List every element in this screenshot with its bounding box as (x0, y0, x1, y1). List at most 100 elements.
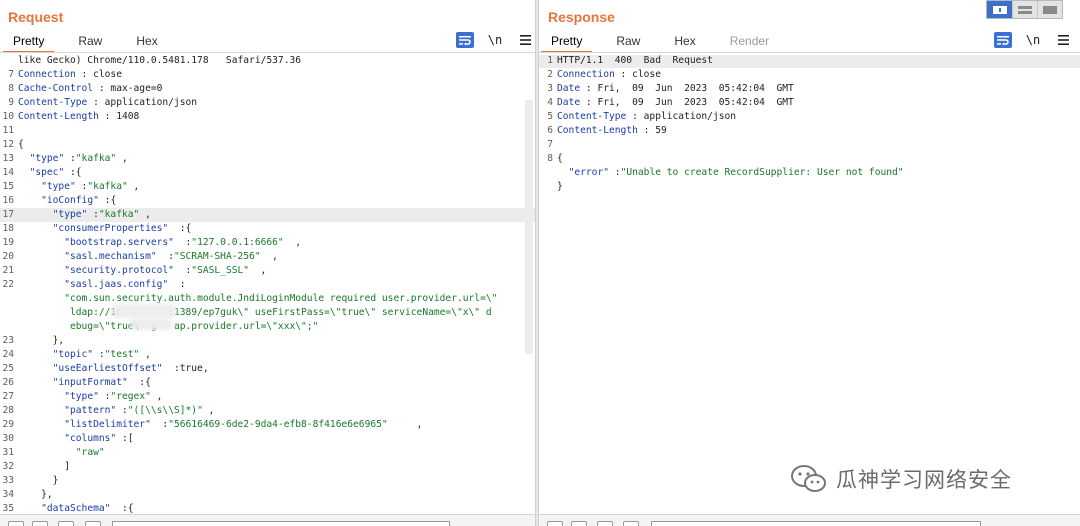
json-key: "security.protocol" (64, 265, 174, 276)
json-key: "pattern" (64, 405, 117, 416)
line-number: 34 (2, 489, 14, 500)
line-number: 5 (547, 111, 553, 122)
code-text: "security.protocol" :"SASL_SSL" , (18, 264, 266, 278)
response-code-line: 8{ (539, 152, 1080, 166)
newline-toggle-button[interactable]: \n (486, 32, 504, 48)
line-number: 10 (2, 111, 14, 122)
json-string: ebug=\"true\ g ap.provider.url=\"xxx\";" (69, 321, 319, 332)
code-text: "pattern" :"([\\s\\S]*)" , (18, 404, 214, 418)
word-wrap-icon[interactable] (994, 32, 1012, 48)
settings-icon[interactable] (8, 521, 24, 526)
back-arrow-icon[interactable] (32, 521, 48, 526)
json-punct: , (139, 209, 151, 220)
header-separator: : (75, 69, 94, 80)
request-code-line: 27 "type" :"regex" , (0, 390, 535, 404)
json-string: "56616469-6de2-9da4-efb8-8f416e6e6965" (168, 419, 388, 430)
json-colon: : (173, 237, 192, 248)
header-value: 1408 (116, 111, 140, 122)
response-toolbar: \n (994, 31, 1072, 49)
response-tab-render[interactable]: Render (720, 30, 779, 52)
request-search-input[interactable] (112, 521, 450, 526)
json-punct: , (249, 265, 267, 276)
response-tab-pretty[interactable]: Pretty (541, 30, 593, 53)
request-code-line: 19 "bootstrap.servers" :"127.0.0.1:6666"… (0, 236, 535, 250)
request-code-line: 35 "dataSchema" :{ (0, 502, 535, 514)
json-string: "kafka" (87, 181, 128, 192)
json-key: "spec" (29, 167, 65, 178)
side-by-side-layout-icon[interactable] (987, 1, 1012, 18)
json-string: "test" (104, 349, 140, 360)
forward-arrow-icon[interactable] (597, 521, 613, 526)
request-code-line: ldap://1 :1389/ep7guk\" useFirstPass=\"t… (0, 306, 535, 320)
code-text: HTTP/1.1 400 Bad Request (557, 55, 713, 68)
request-tab-hex[interactable]: Hex (126, 30, 167, 52)
json-colon: : (168, 279, 186, 290)
json-key: "sasl.jaas.config" (64, 279, 169, 290)
code-text: Date : Fri, 09 Jun 2023 05:42:04 GMT (557, 82, 794, 96)
request-code-line: 16 "ioConfig" :{ (0, 194, 535, 208)
json-punct: , (387, 419, 423, 430)
request-code-line: 14 "spec" :{ (0, 166, 535, 180)
line-number: 15 (2, 181, 14, 192)
back-arrow-icon[interactable] (571, 521, 587, 526)
response-footer (539, 514, 1080, 526)
code-text: "listDelimiter" :"56616469-6de2-9da4-efb… (18, 418, 422, 432)
code-text: "sasl.jaas.config" : (18, 278, 186, 292)
line-number: 12 (2, 139, 14, 150)
response-code-line: } (539, 180, 1080, 194)
json-punct: }, (52, 335, 65, 346)
newline-toggle-button[interactable]: \n (1024, 32, 1042, 48)
request-tab-pretty[interactable]: Pretty (3, 30, 55, 53)
request-tab-raw[interactable]: Raw (68, 30, 112, 52)
line-number: 23 (2, 335, 14, 346)
line-number: 9 (8, 97, 14, 108)
request-code-line: 22 "sasl.jaas.config" : (0, 278, 535, 292)
line-number: 14 (2, 167, 14, 178)
line-number: 21 (2, 265, 14, 276)
request-toolbar: \n (456, 31, 534, 49)
word-wrap-icon[interactable] (456, 32, 474, 48)
code-text: "consumerProperties" :{ (18, 222, 192, 236)
code-text: Connection : close (557, 68, 661, 82)
request-code-line: 28 "pattern" :"([\\s\\S]*)" , (0, 404, 535, 418)
hamburger-menu-icon[interactable] (516, 32, 534, 48)
watermark: 瓜神学习网络安全 (790, 464, 1012, 494)
next-match-icon[interactable] (85, 521, 101, 526)
response-editor[interactable]: 1 HTTP/1.1 400 Bad Request 2 Connection : c… (539, 55, 1080, 514)
json-string: "com.sun.security.auth.module.JndiLoginM… (64, 293, 498, 304)
request-editor[interactable]: like Gecko) Chrome/110.0.5481.178 Safari… (0, 55, 535, 514)
request-code-line: 29 "listDelimiter" :"56616469-6de2-9da4-… (0, 418, 535, 432)
response-tab-raw[interactable]: Raw (606, 30, 650, 52)
request-code-line: "com.sun.security.auth.module.JndiLoginM… (0, 292, 535, 306)
request-code-line: like Gecko) Chrome/110.0.5481.178 Safari… (0, 55, 535, 68)
json-string: "SASL_SSL" (191, 265, 250, 276)
request-scrollbar[interactable] (525, 100, 533, 354)
code-text: "sasl.mechanism" :"SCRAM-SHA-256" , (18, 250, 278, 264)
header-name: Connection (557, 69, 615, 80)
single-pane-layout-icon[interactable] (1037, 1, 1062, 18)
response-tab-hex[interactable]: Hex (664, 30, 705, 52)
horizontal-layout-icon[interactable] (1012, 1, 1037, 18)
code-text: "type" :"regex" , (18, 390, 162, 404)
response-code-line: 4 Date : Fri, 09 Jun 2023 05:42:04 GMT (539, 96, 1080, 110)
response-search-input[interactable] (651, 521, 981, 526)
header-name: Connection (18, 69, 76, 80)
settings-icon[interactable] (547, 521, 563, 526)
json-key: "sasl.mechanism" (64, 251, 157, 262)
forward-arrow-icon[interactable] (58, 521, 74, 526)
line-number: 35 (2, 503, 14, 514)
code-text: "columns" :[ (18, 432, 133, 446)
tab-divider (0, 52, 535, 53)
line-number: 8 (8, 83, 14, 94)
hamburger-menu-icon[interactable] (1054, 32, 1072, 48)
request-code-line: 33 } (0, 474, 535, 488)
json-key: "useEarliestOffset" (52, 363, 163, 374)
next-match-icon[interactable] (623, 521, 639, 526)
code-text: } (557, 180, 563, 194)
